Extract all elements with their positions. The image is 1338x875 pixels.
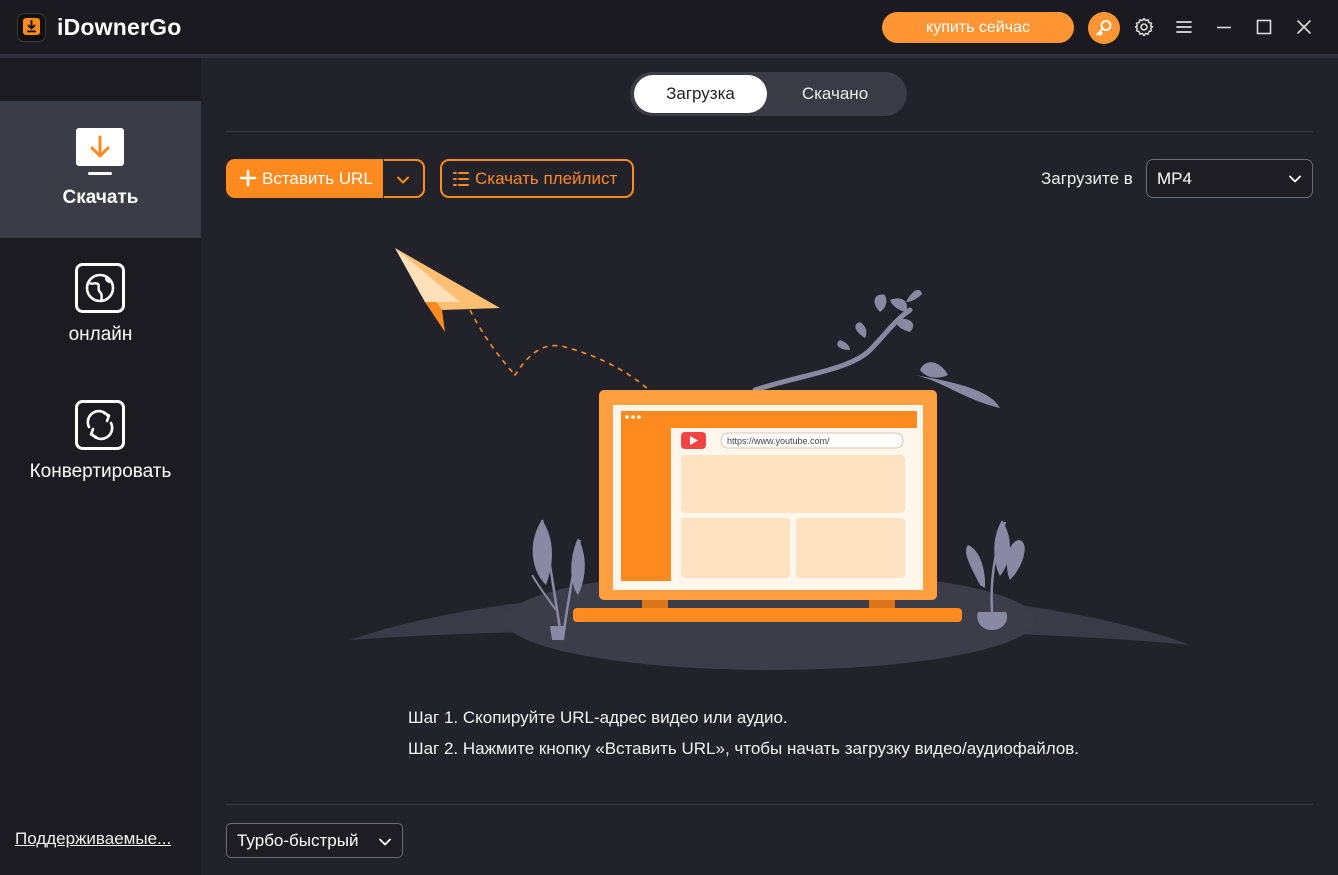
chevron-down-icon [1289, 175, 1301, 183]
app-title: iDownerGo [57, 14, 182, 40]
app-logo [17, 13, 46, 42]
register-key-button[interactable] [1088, 12, 1120, 44]
download-speed-value: Турбо-быстрый [237, 831, 359, 850]
paper-plane-icon [395, 248, 661, 401]
convert-icon [75, 400, 125, 450]
maximize-button[interactable] [1252, 15, 1276, 39]
output-format-label: Загрузите в [1041, 169, 1133, 188]
output-format-value: MP4 [1157, 169, 1192, 188]
bottom-divider [226, 804, 1313, 805]
download-playlist-label: Скачать плейлист [475, 169, 618, 188]
paste-url-button-group: Вставить URL [226, 159, 425, 198]
laptop-illustration: https://www.youtube.com/ [573, 390, 962, 622]
gear-icon [1134, 17, 1154, 37]
hamburger-menu-icon [1176, 21, 1192, 33]
top-divider [226, 131, 1313, 132]
sidebar-item-convert[interactable]: Конвертировать [0, 375, 201, 512]
title-bar: iDownerGo купить сейчас [0, 0, 1338, 54]
paste-url-button[interactable]: Вставить URL [262, 159, 373, 198]
download-playlist-button[interactable]: Скачать плейлист [440, 159, 634, 198]
sidebar-item-label: Скачать [62, 187, 139, 208]
menu-button[interactable] [1172, 15, 1196, 39]
maximize-icon [1256, 19, 1272, 35]
chevron-down-icon [379, 838, 391, 846]
instructions: Шаг 1. Скопируйте URL-адрес видео или ау… [408, 702, 1079, 764]
download-icon [76, 128, 124, 175]
download-speed-select[interactable]: Турбо-быстрый [226, 823, 403, 858]
tab-downloaded[interactable]: Скачано [767, 75, 903, 113]
tab-downloading[interactable]: Загрузка [634, 75, 767, 113]
close-button[interactable] [1292, 15, 1316, 39]
key-icon [1096, 20, 1112, 36]
minimize-button[interactable] [1212, 15, 1236, 39]
close-icon [1297, 20, 1311, 34]
paste-url-dropdown-button[interactable] [384, 159, 425, 198]
sidebar-item-label: онлайн [68, 324, 133, 345]
empty-state-illustration: https://www.youtube.com/ [350, 248, 1190, 670]
output-format-select[interactable]: MP4 [1146, 159, 1313, 198]
buy-now-button[interactable]: купить сейчас [882, 12, 1074, 43]
sidebar-item-online[interactable]: онлайн [0, 238, 201, 375]
globe-icon [75, 263, 125, 313]
sidebar-item-label: Конвертировать [29, 461, 172, 482]
browser-url-text: https://www.youtube.com/ [727, 436, 830, 446]
chevron-down-icon [397, 176, 409, 184]
plus-icon [239, 169, 257, 187]
sidebar: Скачать онлайн Конвертировать Поддержива… [0, 58, 201, 875]
tab-switcher: Загрузка Скачано [630, 72, 907, 116]
minimize-icon [1217, 26, 1231, 29]
supported-sites-link[interactable]: Поддерживаемые... [15, 829, 171, 849]
settings-button[interactable] [1132, 15, 1156, 39]
sidebar-item-download[interactable]: Скачать [0, 101, 201, 238]
step-2-text: Шаг 2. Нажмите кнопку «Вставить URL», чт… [408, 739, 1080, 758]
playlist-icon [453, 172, 469, 186]
step-1-text: Шаг 1. Скопируйте URL-адрес видео или ау… [408, 708, 788, 727]
